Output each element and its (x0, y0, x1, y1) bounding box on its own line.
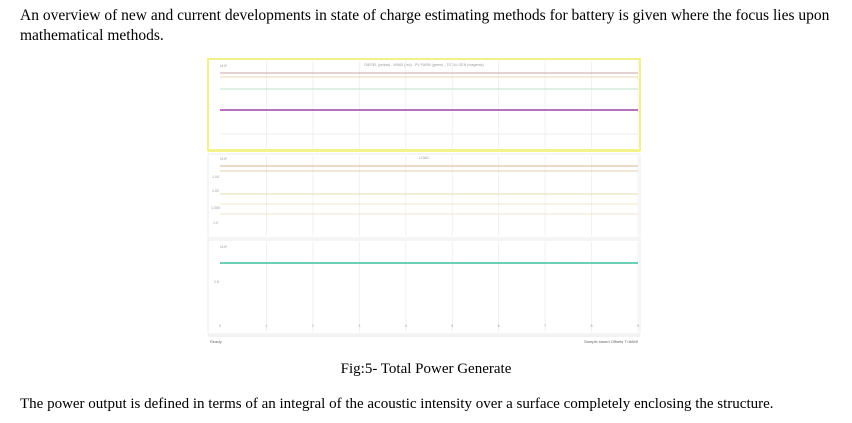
figure-scope-plot: DIESEL (yellow) - WIND (red) - PV FARM (… (206, 56, 642, 347)
x-tick-label-2: 2 (312, 324, 314, 328)
x-tick-label-6: 6 (498, 324, 500, 328)
x-tick-label-1: 1 (265, 324, 267, 328)
status-left: Ready (210, 339, 222, 344)
x-tick-label-8: 8 (591, 324, 593, 328)
panel1-bottom-band (208, 149, 640, 152)
figure-caption: Fig:5- Total Power Generate (340, 361, 512, 377)
x-tick-label-3: 3 (358, 324, 360, 328)
panel3-ytick-0: 1.6 (214, 280, 219, 284)
paragraph-bottom: The power output is defined in terms of … (20, 396, 774, 412)
panel1-exp-label: x10⁴ (220, 64, 228, 68)
status-right: Sample based Offsets T=8849 (584, 339, 639, 344)
paragraph-top: An overview of new and current developme… (20, 7, 830, 44)
panel2-ytick-3: 1.0 (213, 221, 218, 225)
panel2-exp-label: x10⁴ (220, 157, 228, 161)
panel2-title: LOAD (419, 156, 429, 160)
panel3-frame (207, 239, 641, 335)
panel1-title: DIESEL (yellow) - WIND (red) - PV FARM (… (364, 63, 483, 67)
x-tick-label-7: 7 (544, 324, 546, 328)
panel2-ytick-0: 1.04 (212, 175, 219, 179)
x-tick-label-4: 4 (405, 324, 407, 328)
panel3-exp-label: x10⁴ (220, 245, 228, 249)
panel2-ytick-2: 1.005 (211, 206, 220, 210)
x-tick-label-0: 0 (219, 324, 221, 328)
x-tick-label-9: 9 (637, 324, 639, 328)
panel2-frame (207, 153, 641, 239)
panel2-ytick-1: 1.02 (212, 189, 219, 193)
scope-plot-svg: DIESEL (yellow) - WIND (red) - PV FARM (… (207, 58, 641, 344)
x-tick-label-5: 5 (451, 324, 453, 328)
